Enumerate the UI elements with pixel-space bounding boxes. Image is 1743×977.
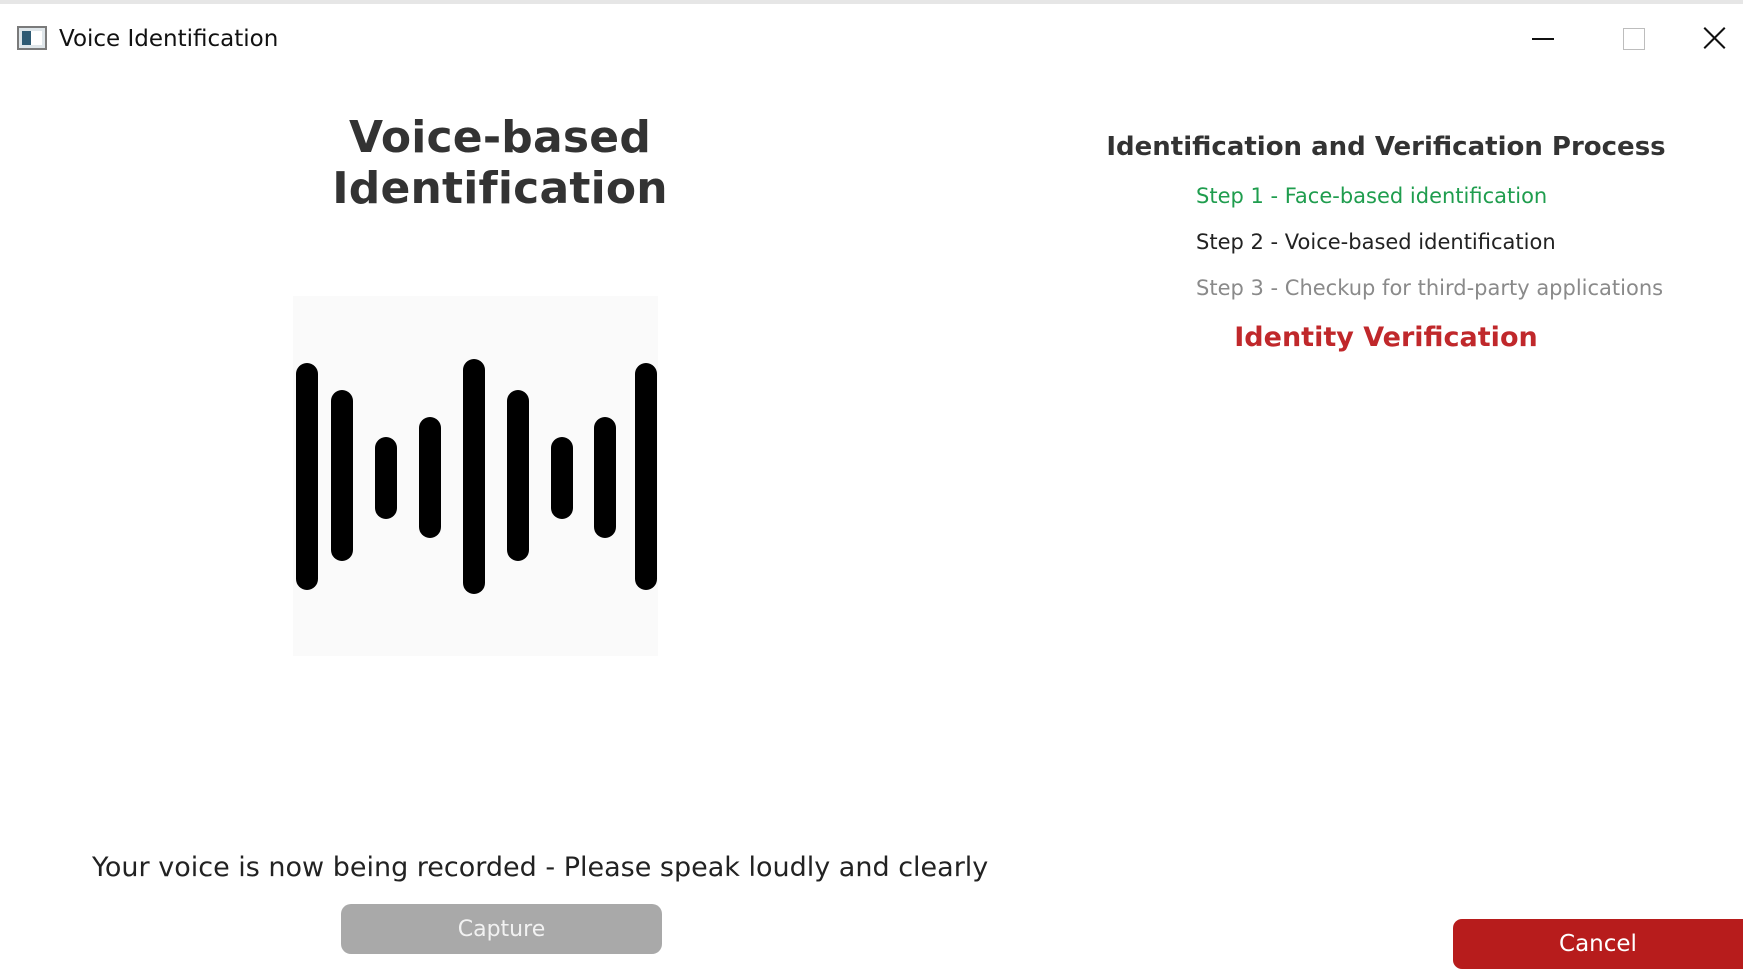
wave-bar	[463, 359, 485, 594]
process-title: Identification and Verification Process	[1106, 132, 1666, 162]
wave-bar	[296, 363, 318, 590]
identity-verification-label: Identity Verification	[1234, 322, 1538, 353]
wave-bar	[635, 363, 657, 590]
wave-bar	[507, 390, 529, 561]
voice-identification-window: Voice Identification Voice-based Identif…	[0, 0, 1743, 977]
wave-bar	[331, 390, 353, 561]
wave-bar	[594, 417, 616, 538]
maximize-icon[interactable]	[1602, 16, 1662, 60]
app-window-icon	[17, 26, 47, 50]
wave-bar	[375, 437, 397, 519]
title-bar[interactable]: Voice Identification	[0, 4, 1743, 68]
recording-status-text: Your voice is now being recorded - Pleas…	[92, 852, 989, 883]
step-3-third-party-checkup: Step 3 - Checkup for third-party applica…	[1196, 276, 1664, 300]
close-icon[interactable]	[1691, 16, 1743, 60]
wave-bar	[419, 417, 441, 538]
capture-button[interactable]: Capture	[341, 904, 662, 954]
sound-wave-icon	[293, 296, 658, 656]
step-2-voice-identification: Step 2 - Voice-based identification	[1196, 230, 1556, 254]
window-title: Voice Identification	[59, 26, 279, 52]
cancel-button[interactable]: Cancel	[1453, 919, 1743, 969]
step-1-face-identification: Step 1 - Face-based identification	[1196, 184, 1548, 208]
page-title: Voice-based Identification	[332, 112, 668, 214]
wave-bar	[551, 437, 573, 519]
minimize-icon[interactable]	[1512, 16, 1572, 60]
